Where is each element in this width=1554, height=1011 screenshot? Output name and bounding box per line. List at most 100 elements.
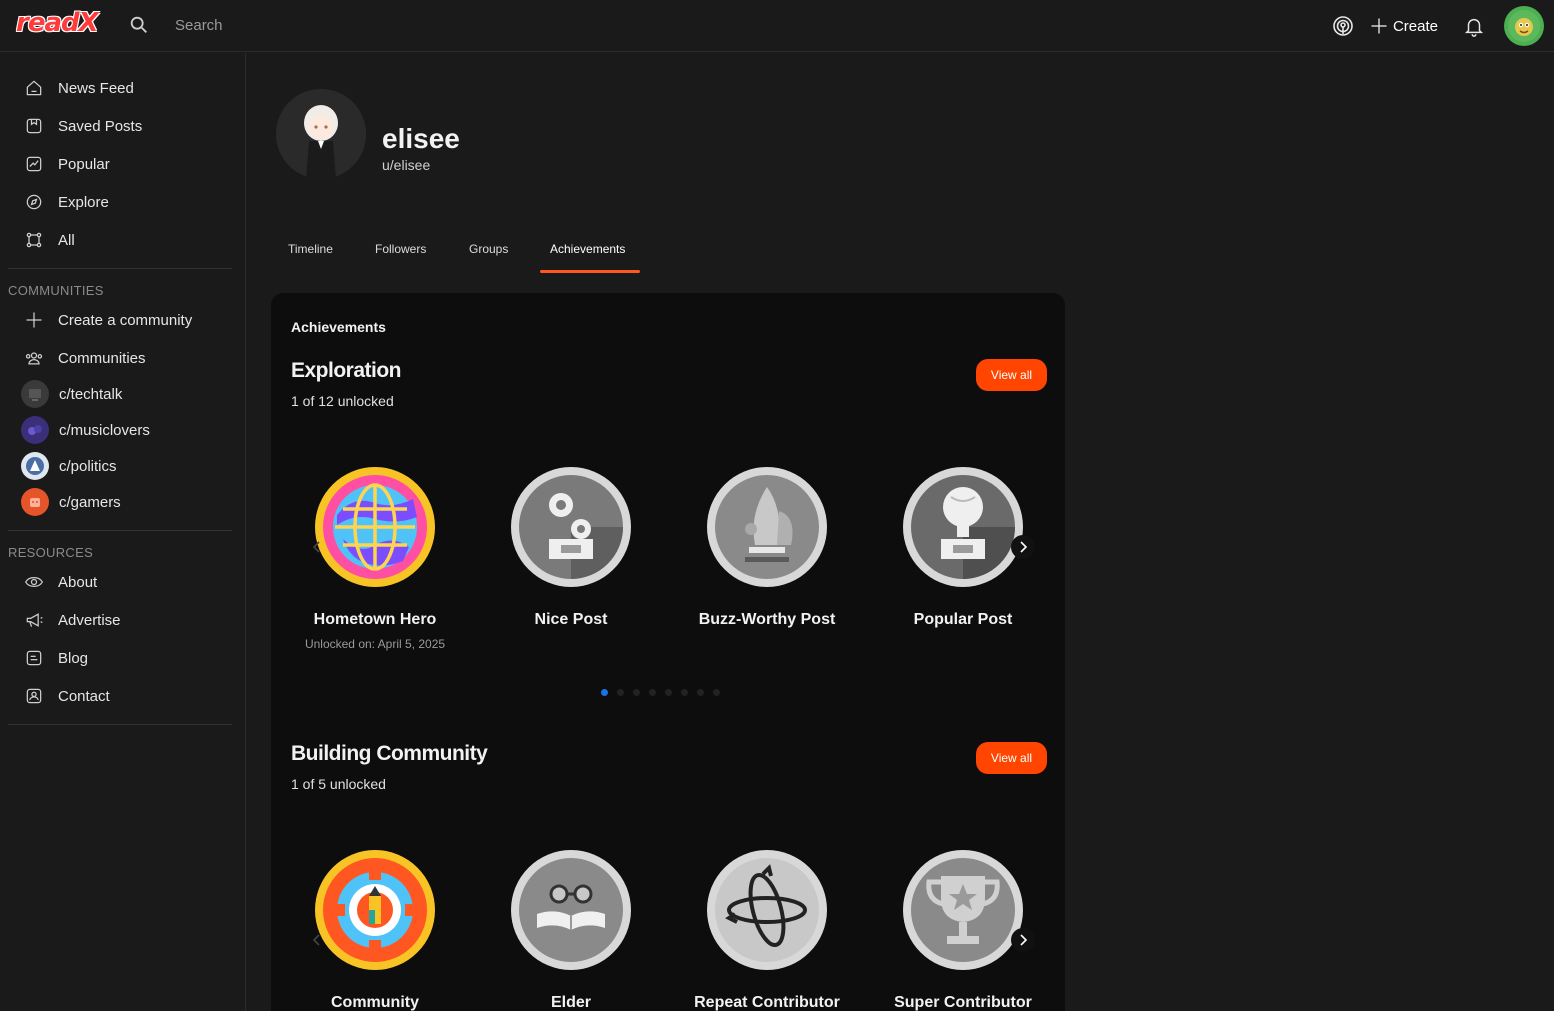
pagination-dot[interactable] (617, 689, 624, 696)
sidebar-item-all[interactable]: All (22, 226, 75, 254)
profile-name: elisee (382, 123, 460, 154)
view-all-button[interactable]: View all (976, 742, 1047, 774)
sidebar-item-label: All (58, 231, 75, 249)
sidebar-item-blog[interactable]: Blog (22, 644, 88, 672)
readx-logo[interactable]: readX (16, 8, 99, 38)
section-progress: 1 of 12 unlocked (291, 393, 394, 409)
sidebar-divider (8, 530, 232, 531)
sidebar-item-about[interactable]: About (22, 568, 97, 596)
achievements-card-title: Achievements (291, 319, 386, 335)
quill-badge-icon (705, 465, 829, 589)
pagination-dot-active[interactable] (601, 689, 608, 696)
active-tab-indicator (540, 270, 640, 273)
pagination-dot[interactable] (665, 689, 672, 696)
plus-icon (22, 308, 46, 332)
view-all-button[interactable]: View all (976, 359, 1047, 391)
sidebar-divider (8, 268, 232, 269)
eye-icon (22, 570, 46, 594)
sidebar-item-label: c/techtalk (59, 385, 123, 403)
badge-name: Popular Post (913, 611, 1013, 628)
sidebar-item-advertise[interactable]: Advertise (22, 606, 121, 634)
profile-avatar[interactable] (276, 89, 366, 179)
sidebar-item-news-feed[interactable]: News Feed (22, 74, 134, 102)
badge-name: Buzz-Worthy Post (698, 611, 836, 628)
search-input[interactable] (165, 12, 425, 38)
badge-nice-post[interactable]: Nice Post (481, 465, 661, 629)
sidebar-item-label: Contact (58, 687, 110, 705)
carousel-prev-arrow[interactable] (305, 928, 329, 952)
sidebar-item-label: Advertise (58, 611, 121, 629)
carousel-pagination (601, 689, 729, 696)
gears-badge-icon (509, 465, 633, 589)
sidebar-item-label: Blog (58, 649, 89, 667)
bell-icon[interactable] (1460, 12, 1488, 40)
achievements-card: Achievements Exploration 1 of 12 unlocke… (271, 293, 1065, 1011)
sidebar-item-label: News Feed (58, 79, 134, 97)
user-avatar[interactable] (1504, 6, 1544, 46)
top-right-actions: Create (1329, 5, 1544, 47)
pagination-dot[interactable] (681, 689, 688, 696)
community-item-gamers[interactable]: c/gamers (21, 488, 121, 516)
tab-achievements[interactable]: Achievements (540, 236, 635, 262)
carousel-prev-arrow[interactable] (305, 535, 329, 559)
pagination-dot[interactable] (649, 689, 656, 696)
sidebar-item-label: c/gamers (59, 493, 121, 511)
blog-icon (22, 646, 46, 670)
people-icon (22, 346, 46, 370)
sidebar-item-label: Saved Posts (58, 117, 143, 135)
megaphone-icon (22, 608, 46, 632)
community-item-politics[interactable]: c/politics (21, 452, 117, 480)
create-button[interactable]: Create (1369, 16, 1438, 36)
communities-section-label: COMMUNITIES (8, 283, 104, 298)
pagination-dot[interactable] (713, 689, 720, 696)
badge-name: Super Contributor (894, 994, 1032, 1011)
sidebar-item-label: Explore (58, 193, 109, 211)
sidebar-item-label: c/politics (59, 457, 117, 475)
profile-handle: u/elisee (382, 157, 431, 173)
section-progress: 1 of 5 unlocked (291, 776, 386, 792)
nodes-icon (22, 228, 46, 252)
sidebar-item-label: Popular (58, 155, 110, 173)
home-icon (22, 76, 46, 100)
pagination-dot[interactable] (697, 689, 704, 696)
badge-repeat-contributor[interactable]: Repeat Contributor (677, 848, 857, 1011)
section-heading-building-community: Building Community (291, 742, 488, 765)
top-bar: readX Create (0, 0, 1554, 52)
badge-elder[interactable]: Elder (481, 848, 661, 1011)
tab-groups[interactable]: Groups (459, 236, 518, 262)
globe-badge-icon (313, 465, 437, 589)
tab-followers[interactable]: Followers (365, 236, 436, 262)
broadcast-icon[interactable] (1329, 12, 1357, 40)
sidebar-item-popular[interactable]: Popular (22, 150, 110, 178)
sidebar-item-contact[interactable]: Contact (22, 682, 110, 710)
community-item-musiclovers[interactable]: c/musiclovers (21, 416, 150, 444)
sidebar-item-communities[interactable]: Communities (22, 344, 146, 372)
badge-name: Repeat Contributor (694, 994, 840, 1011)
sidebar-item-saved-posts[interactable]: Saved Posts (22, 112, 142, 140)
sidebar-item-label: About (58, 573, 98, 591)
trophy-ball-badge-icon (901, 465, 1025, 589)
sidebar: News Feed Saved Posts Popular Explore Al… (0, 53, 246, 1011)
carousel-next-arrow[interactable] (1011, 928, 1035, 952)
badge-name: Elder (550, 994, 591, 1011)
techtalk-avatar (21, 380, 49, 408)
gear-pencil-badge-icon (313, 848, 437, 972)
gamers-avatar (21, 488, 49, 516)
community-item-techtalk[interactable]: c/techtalk (21, 380, 122, 408)
badge-name: Hometown Hero (313, 611, 437, 628)
carousel-next-arrow[interactable] (1011, 535, 1035, 559)
pagination-dot[interactable] (633, 689, 640, 696)
contact-icon (22, 684, 46, 708)
create-community-button[interactable]: Create a community (22, 306, 192, 334)
badge-buzz-worthy-post[interactable]: Buzz-Worthy Post (677, 465, 857, 629)
sidebar-item-label: c/musiclovers (59, 421, 150, 439)
tab-timeline[interactable]: Timeline (278, 236, 343, 262)
section-heading-exploration: Exploration (291, 359, 402, 382)
badge-unlock-date: Unlocked on: April 5, 2025 (304, 637, 446, 651)
sidebar-item-explore[interactable]: Explore (22, 188, 109, 216)
musiclovers-avatar (21, 416, 49, 444)
sidebar-item-label: Communities (58, 349, 146, 367)
sidebar-divider (8, 724, 232, 725)
trending-icon (22, 152, 46, 176)
search-icon[interactable] (128, 14, 150, 36)
